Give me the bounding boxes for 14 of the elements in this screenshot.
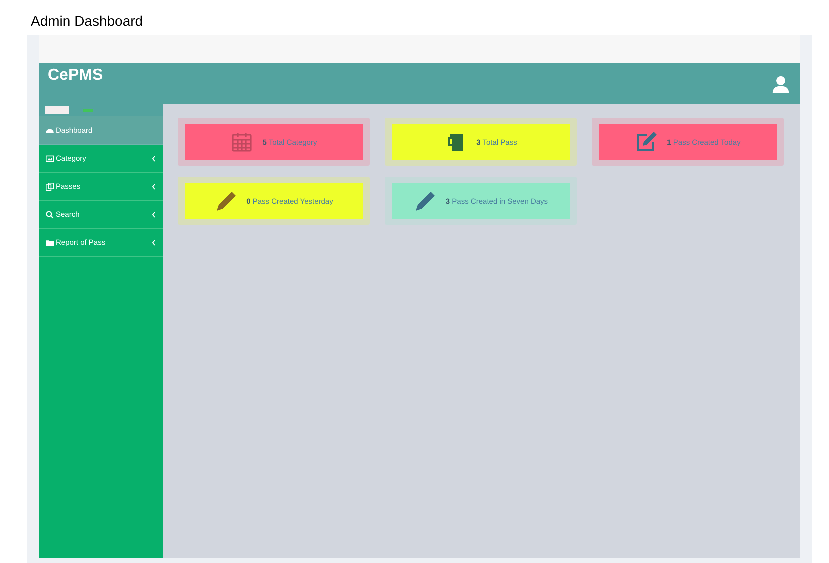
avatar-placeholder (45, 106, 69, 114)
copy-icon (46, 182, 54, 190)
status-icon (83, 108, 93, 112)
dashboard-icon (46, 126, 54, 134)
brand-logo: CePMS (48, 67, 104, 85)
folder-icon (46, 238, 54, 246)
user-icon[interactable] (772, 75, 790, 94)
pencil-icon (414, 190, 436, 212)
image-icon (46, 154, 54, 162)
edit-icon (635, 131, 658, 153)
calendar-icon (230, 131, 253, 153)
page-title: Admin Dashboard (31, 13, 144, 29)
pencil-icon (214, 190, 237, 212)
search-icon (46, 210, 54, 218)
